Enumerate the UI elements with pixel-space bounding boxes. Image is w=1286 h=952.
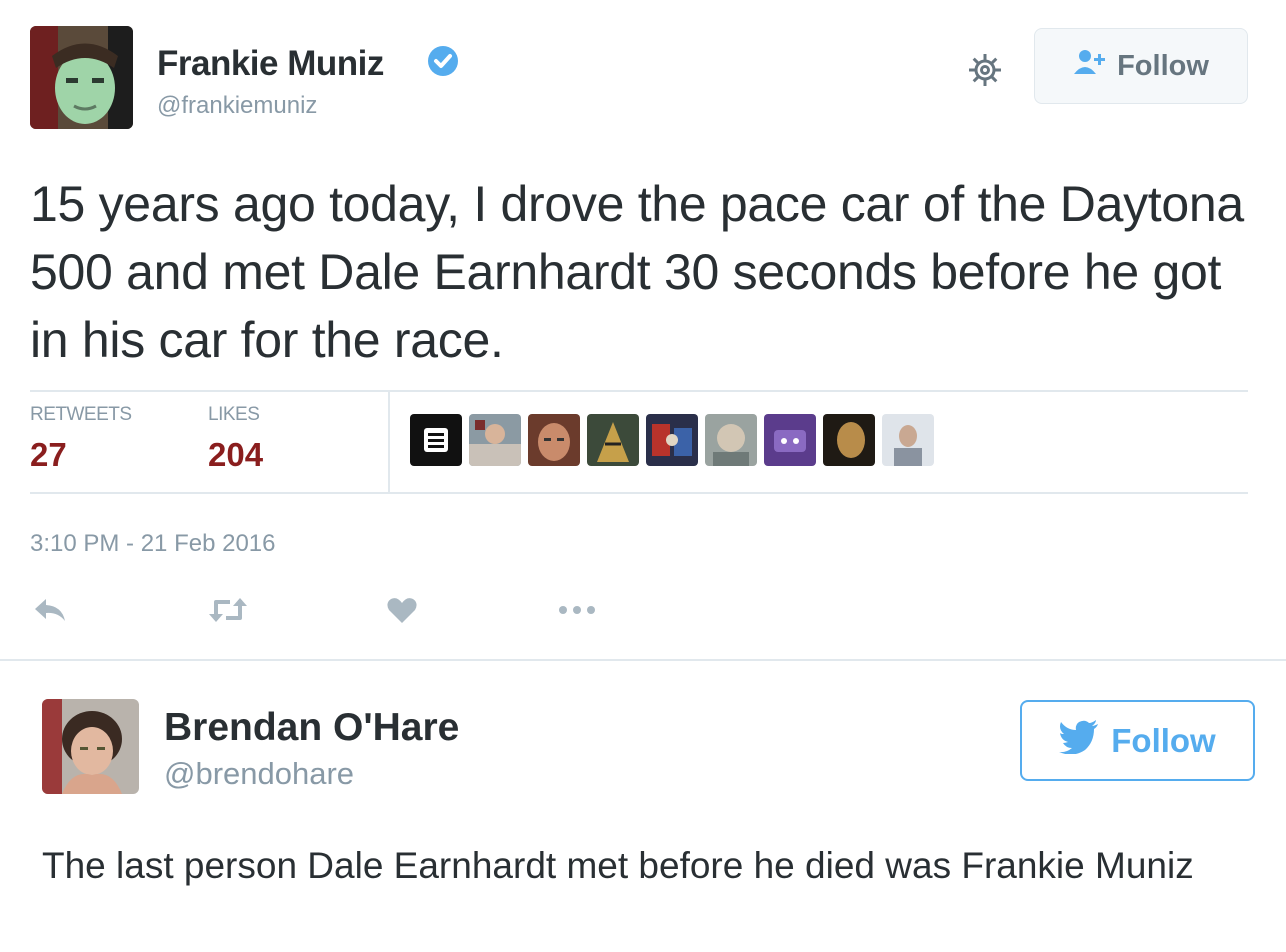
author-handle[interactable]: @frankiemuniz [157,92,317,120]
like-icon[interactable] [386,590,418,630]
liker-avatar[interactable] [410,414,462,466]
liker-avatar[interactable] [646,414,698,466]
author-name[interactable]: Frankie Muniz [157,44,384,84]
liker-avatar[interactable] [764,414,816,466]
liker-avatar[interactable] [882,414,934,466]
follow-button-label: Follow [1117,49,1209,82]
twitter-bird-icon [1059,719,1099,762]
more-icon[interactable] [557,590,597,630]
divider [30,492,1248,494]
tweet-separator [0,659,1286,661]
liker-avatar[interactable] [469,414,521,466]
verified-badge-icon [426,44,460,78]
author-handle[interactable]: @brendohare [164,756,354,792]
retweets-count[interactable]: 27 [30,436,67,474]
follow-button[interactable]: Follow [1020,700,1255,781]
liker-avatar[interactable] [587,414,639,466]
retweets-label[interactable]: RETWEETS [30,404,132,426]
author-avatar[interactable] [42,699,139,794]
liker-avatars [410,414,934,466]
follow-button-label: Follow [1111,721,1216,759]
reply-icon[interactable] [32,590,68,630]
liker-avatar[interactable] [528,414,580,466]
follow-person-icon [1073,48,1107,84]
tweet-text: The last person Dale Earnhardt met befor… [42,845,1194,886]
liker-avatar[interactable] [705,414,757,466]
gear-icon[interactable] [963,48,1007,92]
retweet-icon[interactable] [208,590,248,630]
follow-button[interactable]: Follow [1034,28,1248,104]
stats-divider [388,392,390,492]
author-avatar[interactable] [30,26,133,129]
tweet-timestamp[interactable]: 3:10 PM - 21 Feb 2016 [30,530,275,558]
likes-label[interactable]: LIKES [208,404,260,426]
liker-avatar[interactable] [823,414,875,466]
author-name[interactable]: Brendan O'Hare [164,706,459,750]
tweet-text: 15 years ago today, I drove the pace car… [30,176,1244,368]
divider [30,390,1248,392]
likes-count[interactable]: 204 [208,436,263,474]
